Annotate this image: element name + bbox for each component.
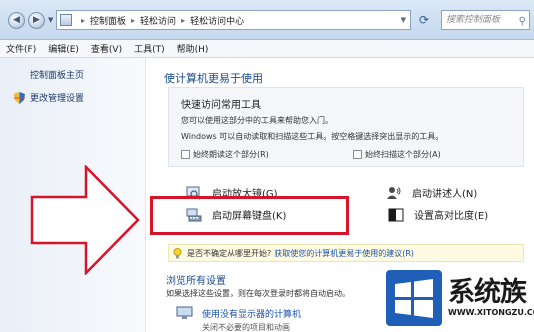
search-input[interactable]: 搜索控制面板 ⚲ bbox=[441, 10, 530, 30]
breadcrumb[interactable]: ▸ 控制面板 ▸ 轻松访问 ▸ 轻松访问中心 ▼ bbox=[56, 10, 411, 30]
menu-view[interactable]: 查看(V) bbox=[91, 42, 122, 55]
control-panel-home-link[interactable]: 控制面板主页 bbox=[30, 68, 84, 81]
quick-access-instruction: Windows 可以自动读取和扫描这些工具。按空格键选择突出显示的工具。 bbox=[181, 132, 444, 141]
page-title: 使计算机更易于使用 bbox=[164, 72, 263, 85]
checkbox-box[interactable] bbox=[181, 150, 190, 159]
menu-file[interactable]: 文件(F) bbox=[6, 42, 36, 55]
lightbulb-icon bbox=[173, 247, 182, 258]
chevron-right-icon: ▸ bbox=[181, 15, 186, 25]
info-bar: 是否不确定从哪里开始? 获取使您的计算机更易于使用的建议(R) bbox=[168, 244, 524, 262]
get-recommendations-link[interactable]: 获取使您的计算机更易于使用的建议(R) bbox=[274, 248, 414, 259]
refresh-icon[interactable]: ⟳ bbox=[414, 12, 434, 29]
use-computer-without-display-label: 使用没有显示器的计算机 bbox=[202, 309, 302, 320]
use-computer-without-display-link[interactable]: 使用没有显示器的计算机 bbox=[176, 306, 301, 320]
chevron-down-icon[interactable]: ▼ bbox=[401, 16, 406, 24]
chevron-right-icon: ▸ bbox=[131, 15, 136, 25]
watermark-url: WWW.XITONGZU.COM bbox=[448, 308, 534, 317]
quick-access-title: 快速访问常用工具 bbox=[181, 100, 261, 111]
search-placeholder: 搜索控制面板 bbox=[446, 15, 501, 25]
narrator-icon bbox=[387, 186, 401, 199]
menu-help[interactable]: 帮助(H) bbox=[177, 42, 209, 55]
turn-off-unnecessary-items-text: 关闭不必要的项目和动画 bbox=[202, 323, 290, 332]
start-narrator-label: 启动讲述人(N) bbox=[412, 189, 478, 200]
watermark: 系统族 WWW.XITONGZU.COM bbox=[386, 262, 534, 330]
address-bar: ◀ ▶ ▼ ▸ 控制面板 ▸ 轻松访问 ▸ 轻松访问中心 ▼ ⟳ 搜索控制面板 … bbox=[0, 0, 534, 40]
start-narrator-button[interactable]: 启动讲述人(N) bbox=[386, 185, 477, 200]
set-high-contrast-label: 设置高对比度(E) bbox=[414, 211, 489, 222]
quick-access-description: 您可以使用这部分中的工具来帮助您入门。 bbox=[181, 116, 333, 125]
set-high-contrast-button[interactable]: 设置高对比度(E) bbox=[388, 207, 488, 222]
windows-logo-icon bbox=[386, 270, 442, 326]
search-icon[interactable]: ⚲ bbox=[519, 13, 526, 31]
high-contrast-icon bbox=[388, 208, 404, 221]
menu-tools[interactable]: 工具(T) bbox=[134, 42, 165, 55]
menu-edit[interactable]: 编辑(E) bbox=[48, 42, 79, 55]
breadcrumb-item-ease-of-access-center[interactable]: 轻松访问中心 bbox=[190, 14, 244, 27]
change-admin-settings-label: 更改管理设置 bbox=[30, 94, 85, 104]
breadcrumb-item-ease-of-access[interactable]: 轻松访问 bbox=[140, 14, 176, 27]
back-button[interactable]: ◀ bbox=[8, 12, 25, 29]
menu-bar: 文件(F) 编辑(E) 查看(V) 工具(T) 帮助(H) bbox=[0, 40, 534, 58]
always-read-checkbox[interactable]: 始终朗读这个部分(R) bbox=[181, 149, 269, 160]
watermark-brand: 系统族 bbox=[448, 277, 527, 308]
shield-icon bbox=[14, 91, 25, 104]
monitor-icon bbox=[176, 306, 193, 319]
highlight-box bbox=[150, 196, 349, 235]
always-scan-checkbox[interactable]: 始终扫描这个部分(A) bbox=[353, 149, 441, 160]
control-panel-icon bbox=[60, 14, 72, 26]
recent-pages-dropdown-icon[interactable]: ▼ bbox=[48, 16, 53, 24]
always-read-label: 始终朗读这个部分(R) bbox=[193, 150, 269, 159]
browse-all-settings-heading: 浏览所有设置 bbox=[166, 276, 226, 287]
browse-all-settings-description: 如果选择这些设置，则在每次登录时都将自动启动。 bbox=[166, 289, 350, 298]
pointer-arrow bbox=[30, 165, 140, 275]
always-scan-label: 始终扫描这个部分(A) bbox=[365, 150, 441, 159]
info-question: 是否不确定从哪里开始? bbox=[187, 248, 272, 258]
breadcrumb-item-control-panel[interactable]: 控制面板 bbox=[90, 14, 126, 27]
chevron-right-icon: ▸ bbox=[81, 15, 86, 25]
forward-button[interactable]: ▶ bbox=[28, 12, 45, 29]
change-admin-settings-link[interactable]: 更改管理设置 bbox=[14, 91, 84, 104]
checkbox-box[interactable] bbox=[353, 150, 362, 159]
